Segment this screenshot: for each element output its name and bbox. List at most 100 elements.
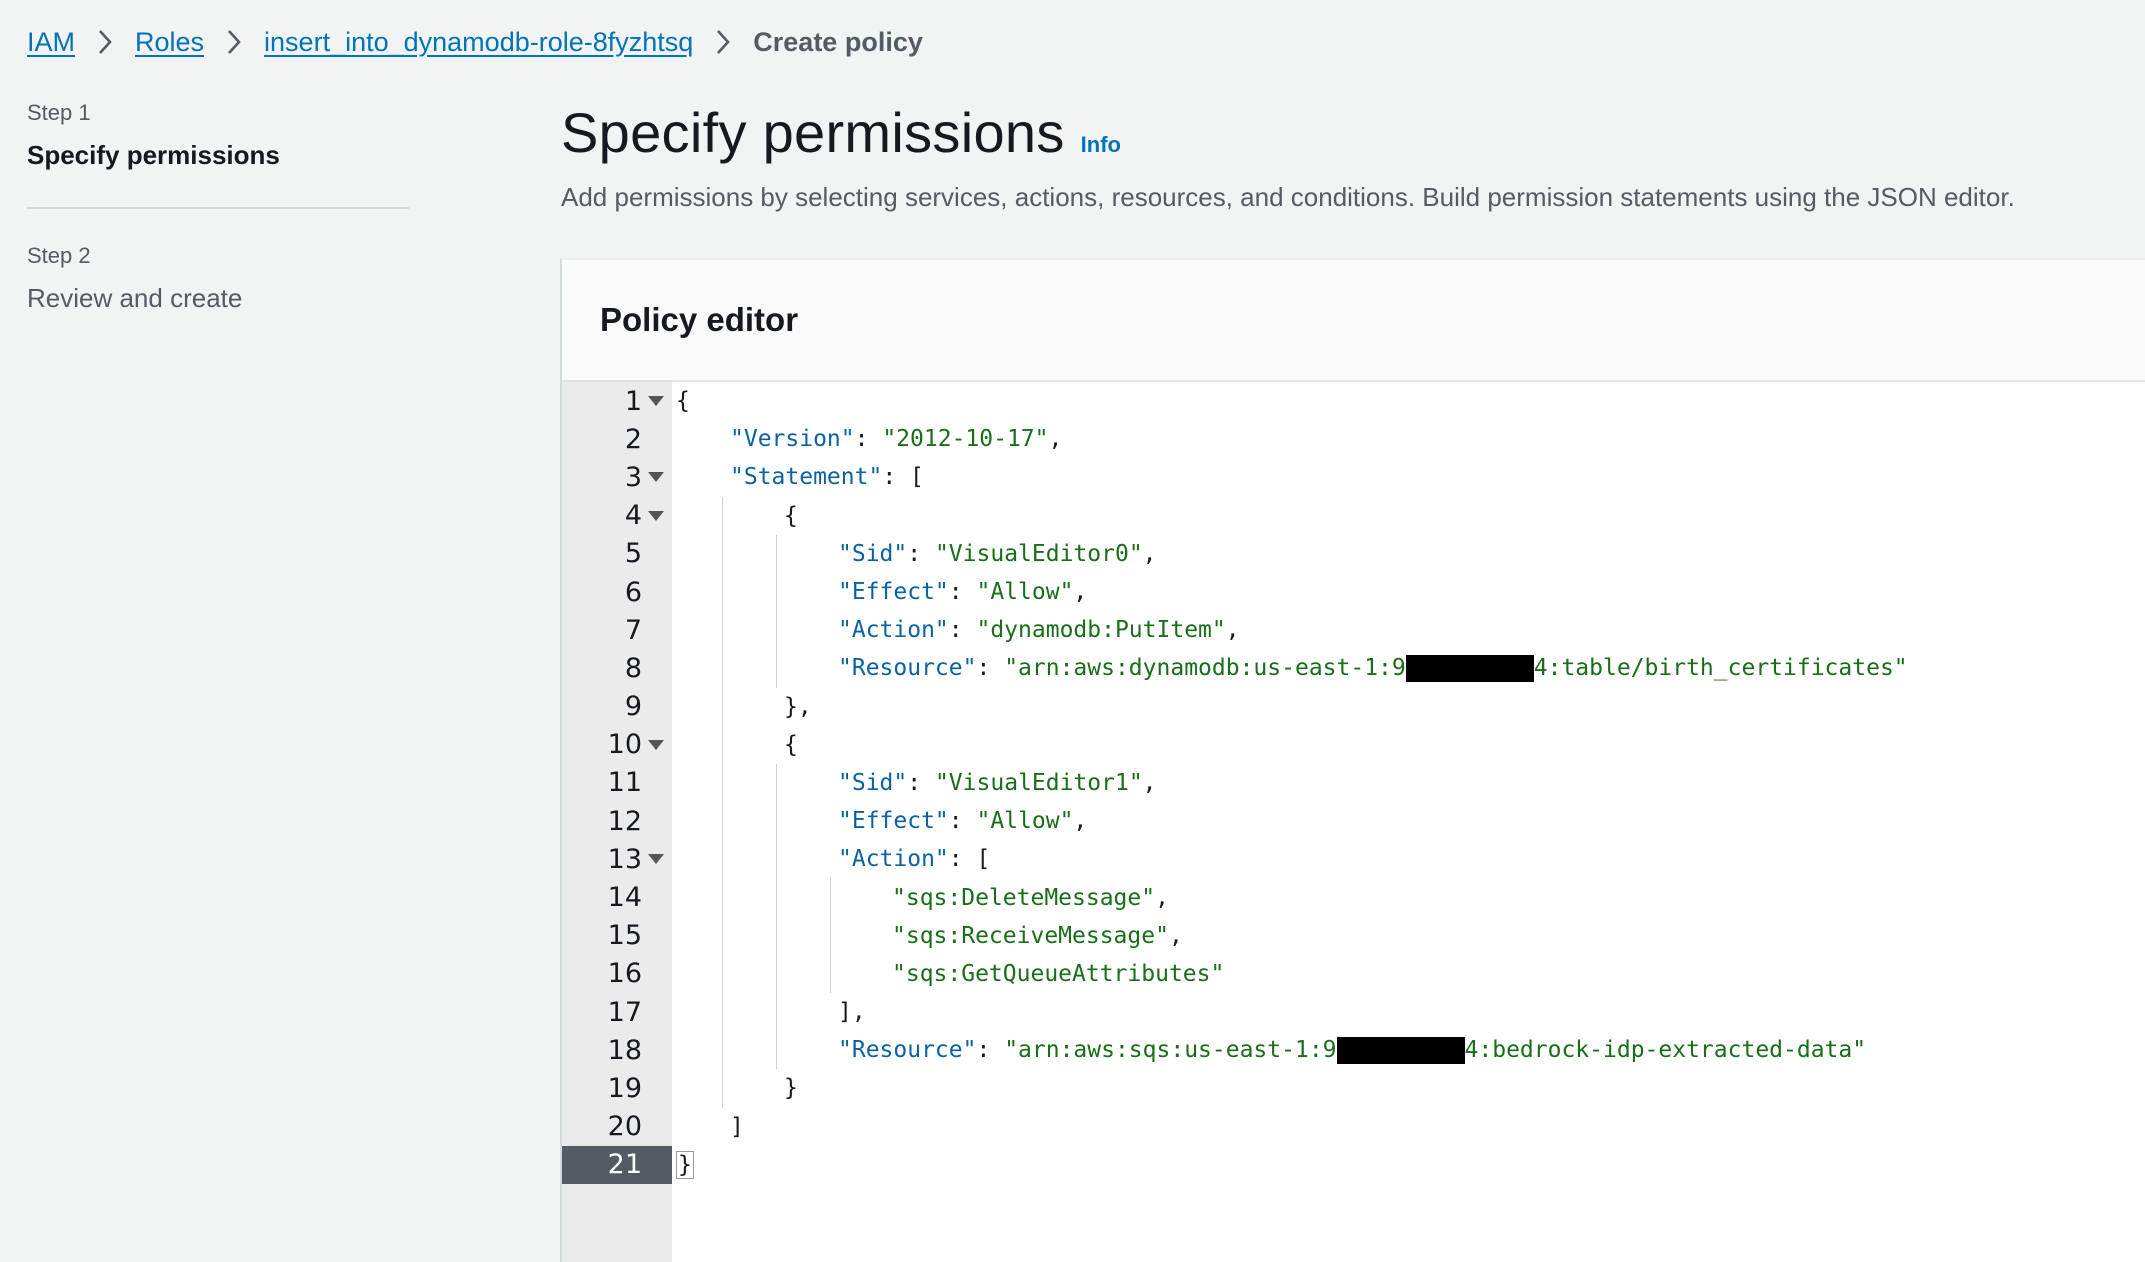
json-punctuation: , [1142, 540, 1157, 567]
code-text: "Effect": "Allow", [838, 802, 1087, 840]
line-number-cell: 11 [562, 764, 672, 802]
line-number: 1 [624, 385, 642, 417]
code-line: 10 { [562, 725, 2145, 764]
code-text: { [784, 726, 798, 764]
line-number-cell: 19 [562, 1069, 672, 1107]
json-punctuation: : [854, 426, 883, 453]
indent-guide [722, 687, 723, 726]
breadcrumb-roles-link[interactable]: Roles [135, 27, 204, 58]
json-punctuation: ] [730, 1113, 744, 1140]
indent-guide [722, 649, 723, 688]
code-text: "Resource": "arn:aws:sqs:us-east-1:9 4:be… [838, 1031, 1866, 1069]
code-line: 7 "Action": "dynamodb:PutItem", [562, 611, 2145, 650]
info-link[interactable]: Info [1081, 132, 1121, 158]
json-punctuation: { [676, 388, 690, 415]
fold-arrow-icon[interactable] [648, 739, 664, 750]
code-line: 18 "Resource": "arn:aws:sqs:us-east-1:9 4:… [562, 1031, 2145, 1070]
code-text: } [784, 1069, 798, 1107]
indent-guide [722, 1031, 723, 1070]
json-punctuation: , [1048, 426, 1063, 453]
indent-guide [722, 763, 723, 803]
indent-guide [776, 840, 777, 879]
json-key: "Action" [838, 617, 949, 644]
json-punctuation: , [1073, 808, 1088, 835]
json-string: 4:table/birth_certificates" [1533, 655, 1908, 682]
json-string: "VisualEditor0" [934, 540, 1143, 567]
code-line: 1{ [562, 382, 2145, 420]
code-line: 5 "Sid": "VisualEditor0", [562, 534, 2145, 573]
json-string: "sqs:ReceiveMessage" [892, 922, 1169, 949]
breadcrumb-iam-link[interactable]: IAM [27, 27, 75, 58]
line-number-cell: 1 [562, 382, 672, 420]
code-text: ] [730, 1108, 744, 1146]
indent-guide [776, 649, 777, 688]
code-lines: 1{2 "Version": "2012-10-17", 3 "Statement":… [562, 382, 2145, 1184]
json-string: 4:bedrock-idp-extracted-data" [1464, 1037, 1867, 1064]
indent-guide [722, 916, 723, 955]
redacted-account-id [1336, 1036, 1465, 1064]
breadcrumb-role-link[interactable]: insert_into_dynamodb-role-8fyzhtsq [264, 27, 693, 58]
code-line: 16 "sqs:GetQueueAttributes" [562, 954, 2145, 993]
indent-guide [776, 763, 777, 803]
code-line: 14 "sqs:DeleteMessage", [562, 878, 2145, 917]
step-2-label: Step 2 [27, 243, 91, 268]
json-key: "Effect" [838, 808, 949, 835]
json-string: "sqs:DeleteMessage" [892, 884, 1156, 911]
indent-guide [776, 993, 777, 1032]
json-key: "Resource" [838, 655, 977, 682]
line-number-cell: 17 [562, 993, 672, 1031]
json-punctuation: : [976, 1037, 1005, 1064]
json-key: "Resource" [838, 1037, 977, 1064]
fold-arrow-icon[interactable] [648, 472, 664, 483]
line-number: 15 [607, 920, 642, 952]
code-line: 12 "Effect": "Allow", [562, 802, 2145, 841]
code-text: "sqs:ReceiveMessage", [892, 917, 1183, 955]
line-number-cell: 21 [562, 1145, 672, 1184]
policy-editor-title: Policy editor [600, 301, 799, 338]
line-number: 21 [607, 1149, 642, 1181]
wizard-steps: Step 1 Specify permissions Step 2 Review… [27, 100, 409, 314]
json-key: "Sid" [838, 540, 908, 567]
step-1-label: Step 1 [27, 100, 91, 125]
code-line: 4{ [562, 496, 2145, 535]
json-string: "arn:aws:sqs:us-east-1:9 [1004, 1037, 1337, 1064]
policy-editor-header: Policy editor [562, 260, 2145, 382]
code-text: "Version": "2012-10-17", [730, 420, 1062, 458]
code-line: 17], [562, 993, 2145, 1032]
line-number: 11 [607, 767, 642, 799]
indent-guide [722, 725, 723, 764]
line-number-cell: 10 [562, 726, 672, 764]
code-line: 8 "Resource": "arn:aws:dynamodb:us-east-1… [562, 649, 2145, 688]
json-code-editor[interactable]: 1{2 "Version": "2012-10-17", 3 "Statement":… [562, 382, 2145, 1262]
indent-guide [830, 878, 831, 917]
indent-guide [722, 611, 723, 650]
fold-arrow-icon[interactable] [648, 510, 664, 521]
indent-guide [722, 534, 723, 573]
page-header: Specify permissions Info [561, 100, 1121, 165]
step-1: Step 1 Specify permissions [27, 100, 409, 171]
chevron-right-icon [693, 22, 753, 62]
indent-guide [722, 572, 723, 612]
line-number-cell: 14 [562, 878, 672, 916]
line-number-cell: 16 [562, 955, 672, 993]
line-number: 5 [624, 538, 642, 570]
code-text: "sqs:DeleteMessage", [892, 878, 1169, 916]
indent-guide [722, 878, 723, 917]
fold-arrow-icon[interactable] [648, 396, 664, 407]
json-punctuation: ], [838, 999, 866, 1026]
code-text: "Sid": "VisualEditor1", [838, 764, 1157, 802]
code-text: } [676, 1146, 694, 1184]
code-text: "Resource": "arn:aws:dynamodb:us-east-1:… [838, 649, 1908, 687]
code-text: "Statement": [ [730, 458, 924, 496]
fold-arrow-icon[interactable] [648, 854, 664, 865]
indent-guide [776, 1031, 777, 1070]
json-punctuation: : [907, 540, 935, 567]
indent-guide [776, 611, 777, 650]
json-key: "Action" [838, 846, 949, 873]
page-title: Specify permissions [561, 101, 1065, 164]
code-line: 13 "Action": [ [562, 840, 2145, 879]
line-number-cell: 20 [562, 1108, 672, 1146]
indent-guide [722, 1069, 723, 1108]
chevron-right-icon [75, 22, 135, 62]
code-text: "Action": "dynamodb:PutItem", [838, 611, 1240, 649]
